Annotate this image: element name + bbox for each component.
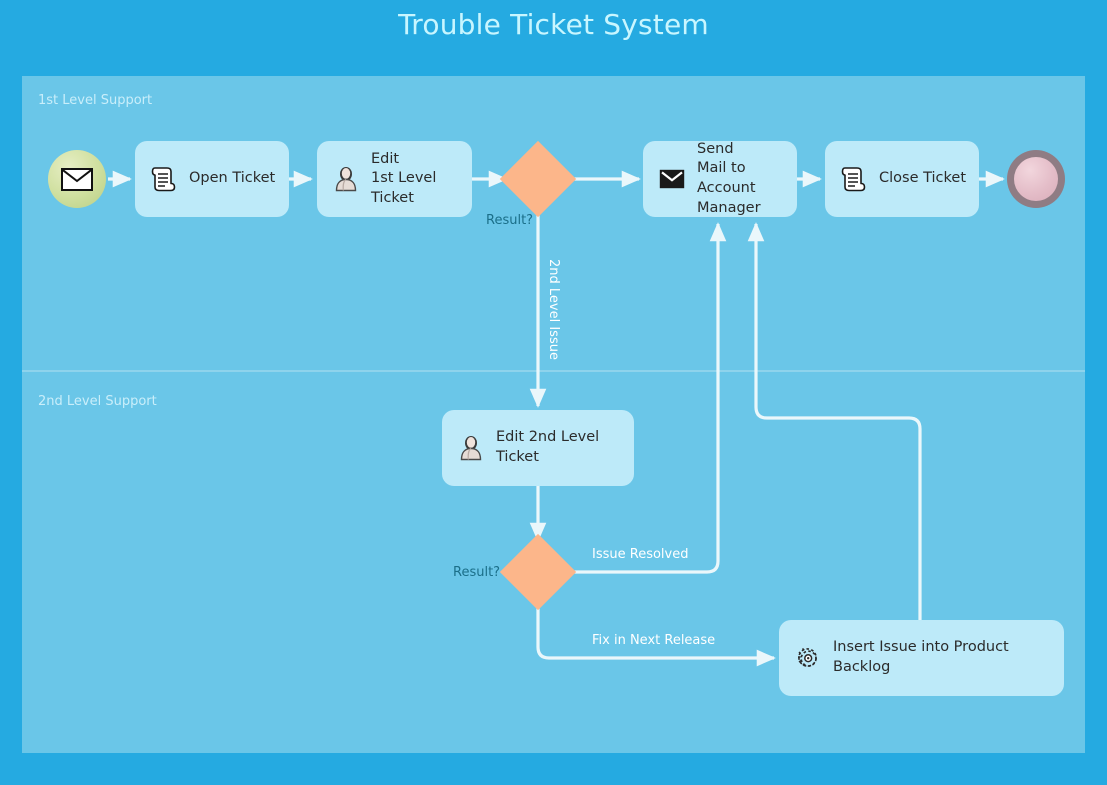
- page-title: Trouble Ticket System: [398, 8, 709, 41]
- task-label: Open Ticket: [189, 170, 276, 187]
- flow-label-issue-resolved: Issue Resolved: [592, 547, 689, 562]
- flow-label-fix-in-next-release: Fix in Next Release: [592, 633, 716, 648]
- gateway-2-label: Result?: [453, 565, 501, 580]
- lane-label-2nd-level-support: 2nd Level Support: [38, 394, 157, 409]
- task-insert-issue-into-product-backlog[interactable]: Insert Issue into Product Backlog: [779, 620, 1064, 696]
- flow-label-2nd-level-issue: 2nd Level Issue: [546, 259, 561, 360]
- task-label: Insert Issue into Product Backlog: [833, 639, 1009, 675]
- end-event-icon: [1014, 157, 1058, 201]
- gear-icon: [793, 642, 823, 674]
- task-send-mail-to-account-manager[interactable]: Send Mail to Account Manager: [643, 141, 797, 217]
- user-icon: [456, 432, 486, 464]
- task-edit-2nd-level-ticket[interactable]: Edit 2nd Level Ticket: [442, 410, 634, 486]
- envelope-icon: [657, 163, 687, 195]
- task-label: Close Ticket: [879, 170, 967, 187]
- task-close-ticket[interactable]: Close Ticket: [825, 141, 979, 217]
- scroll-document-icon: [149, 163, 179, 195]
- lane-label-1st-level-support: 1st Level Support: [38, 93, 153, 108]
- gateway-1-label: Result?: [486, 213, 534, 228]
- end-event[interactable]: [1007, 150, 1065, 208]
- task-edit-1st-level-ticket[interactable]: Edit 1st Level Ticket: [317, 141, 472, 217]
- start-event-message[interactable]: [48, 150, 106, 208]
- user-icon: [331, 163, 361, 195]
- envelope-icon: [61, 167, 93, 191]
- task-open-ticket[interactable]: Open Ticket: [135, 141, 289, 217]
- task-label: Send Mail to Account Manager: [697, 140, 761, 216]
- lane-divider: [22, 370, 1085, 372]
- scroll-document-icon: [839, 163, 869, 195]
- diagram-canvas: Trouble Ticket System 1st Level Support …: [0, 0, 1107, 785]
- task-label: Edit 2nd Level Ticket: [496, 429, 600, 465]
- task-label: Edit 1st Level Ticket: [371, 150, 437, 206]
